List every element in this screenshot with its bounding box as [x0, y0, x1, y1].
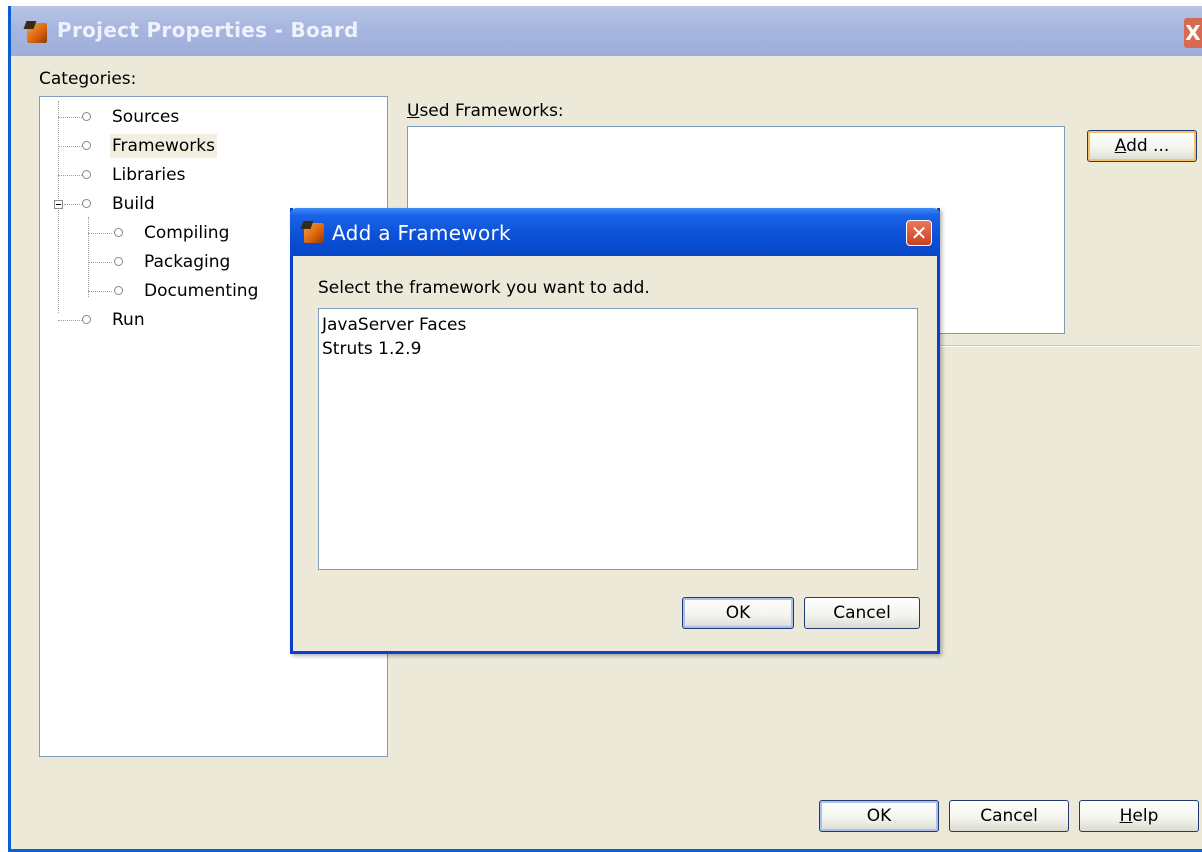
tree-item-label: Compiling [144, 223, 230, 243]
close-icon[interactable]: ✕ [906, 220, 932, 246]
add-framework-button[interactable]: Add ... [1087, 130, 1197, 162]
app-icon [27, 23, 47, 43]
tree-item-label: Documenting [144, 281, 259, 301]
list-item-struts[interactable]: Struts 1.2.9 [322, 337, 421, 361]
close-icon[interactable]: X [1184, 18, 1202, 48]
dialog-title: Add a Framework [332, 221, 511, 245]
node-icon [114, 286, 123, 295]
dialog-ok-button[interactable]: OK [682, 597, 794, 629]
list-item-javaserver-faces[interactable]: JavaServer Faces [322, 313, 466, 337]
dialog-prompt: Select the framework you want to add. [318, 278, 650, 298]
app-icon [304, 223, 324, 243]
tree-item-label: Sources [112, 107, 180, 127]
main-window-title: Project Properties - Board [57, 18, 359, 42]
node-icon [82, 199, 91, 208]
tree-item-sources[interactable]: Sources [40, 105, 380, 129]
node-icon [82, 112, 91, 121]
node-icon [82, 141, 91, 150]
add-framework-dialog: Add a Framework ✕ Select the framework y… [290, 208, 940, 654]
main-titlebar[interactable]: Project Properties - Board X [11, 6, 1202, 56]
tree-item-libraries[interactable]: Libraries [40, 163, 380, 187]
tree-item-label: Build [112, 194, 155, 214]
tree-item-label: Run [112, 310, 145, 330]
node-icon [82, 170, 91, 179]
node-icon [114, 228, 123, 237]
help-button[interactable]: Help [1079, 800, 1199, 832]
tree-item-label: Libraries [112, 165, 186, 185]
node-icon [82, 315, 91, 324]
tree-item-label: Frameworks [110, 134, 217, 158]
node-icon [114, 257, 123, 266]
tree-item-label: Packaging [144, 252, 231, 272]
tree-item-frameworks[interactable]: Frameworks [40, 134, 380, 158]
collapse-icon[interactable] [54, 200, 63, 209]
used-frameworks-label: Used Frameworks: [407, 101, 564, 121]
categories-label: Categories: [39, 69, 137, 89]
ok-button[interactable]: OK [819, 800, 939, 832]
dialog-titlebar[interactable]: Add a Framework ✕ [290, 208, 940, 256]
dialog-cancel-button[interactable]: Cancel [804, 597, 920, 629]
framework-list[interactable]: JavaServer Faces Struts 1.2.9 [318, 308, 918, 570]
cancel-button[interactable]: Cancel [949, 800, 1069, 832]
